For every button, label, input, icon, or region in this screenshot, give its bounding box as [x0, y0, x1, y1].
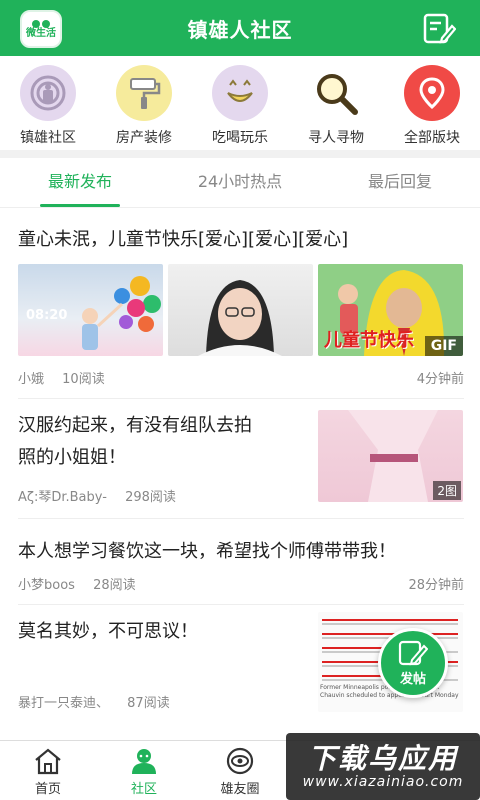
post-item[interactable]: 汉服约起来，有没有组队去拍 照的小姐姐！ — [18, 410, 308, 474]
nav-label: 雄友圈 — [220, 782, 260, 797]
post-title: 童心未泯，儿童节快乐[爱心][爱心][爱心] — [18, 229, 349, 250]
category-label: 吃喝玩乐 — [212, 130, 268, 146]
category-community[interactable]: 镇雄社区 — [0, 65, 96, 147]
post-item[interactable]: 莫名其妙，不可思议！ — [18, 616, 308, 648]
app-logo: 微生活 — [20, 10, 62, 48]
tab-last-reply[interactable]: 最后回复 — [320, 158, 480, 207]
post-reads: 28阅读 — [93, 578, 136, 593]
logo-text: 微生活 — [26, 27, 56, 39]
gif-badge: GIF — [424, 336, 463, 356]
post-reads: 87阅读 — [127, 696, 170, 711]
community-icon — [132, 749, 156, 774]
post-fab-button[interactable]: 发帖 — [378, 628, 448, 698]
post-author[interactable]: 暴打一只泰迪、 — [18, 696, 109, 711]
post-title-line: 照的小姐姐！ — [18, 447, 126, 468]
post-title: 莫名其妙，不可思议！ — [18, 621, 198, 642]
thumbnail-time-text: 08:20 — [26, 308, 68, 323]
post-meta: 小梦boos 28阅读 28分钟前 — [18, 574, 464, 593]
post-item[interactable]: 本人想学习餐饮这一块，希望找个师傅带带我！ — [18, 536, 464, 568]
tab-latest[interactable]: 最新发布 — [0, 158, 160, 207]
post-title-line: 汉服约起来，有没有组队去拍 — [18, 415, 252, 436]
post-title: 本人想学习餐饮这一块，希望找个师傅带带我！ — [18, 541, 396, 562]
post-reads: 10阅读 — [62, 372, 105, 387]
post-item[interactable]: 童心未泯，儿童节快乐[爱心][爱心][爱心] — [18, 224, 464, 256]
page-title: 镇雄人社区 — [187, 17, 293, 42]
broadcast-icon — [20, 65, 76, 121]
post-meta: 小娥 10阅读 4分钟前 — [18, 368, 464, 387]
category-label: 寻人寻物 — [308, 130, 364, 146]
image-count-badge: 2图 — [433, 481, 461, 500]
nav-label: 社区 — [130, 782, 157, 797]
nav-community[interactable]: 社区 — [96, 741, 192, 800]
post-author[interactable]: 小娥 — [18, 372, 44, 387]
post-meta: 暴打一只泰迪、 87阅读 — [18, 692, 308, 711]
home-icon — [35, 748, 61, 775]
pencil-icon — [398, 640, 428, 665]
category-label: 房产装修 — [116, 130, 172, 146]
watermark-url: www.xiazainiao.com — [302, 773, 464, 790]
watermark-main-text: 下载乌应用 — [307, 741, 458, 775]
thumbnail-caption: 儿童节快乐 — [324, 330, 414, 351]
section-divider — [0, 150, 480, 158]
post-time: 28分钟前 — [408, 578, 464, 593]
post-meta: Aζ:琴Dr.Baby- 298阅读 — [18, 486, 308, 505]
divider — [18, 398, 464, 399]
divider — [18, 518, 464, 519]
app-root: 微生活 镇雄人社区 镇雄社区 房产装修 吃喝玩乐 寻人寻物 全部版块 最新发布 … — [0, 0, 480, 800]
tab-24h-hot[interactable]: 24小时热点 — [160, 158, 320, 207]
post-author[interactable]: Aζ:琴Dr.Baby- — [18, 490, 107, 505]
category-row: 镇雄社区 房产装修 吃喝玩乐 寻人寻物 全部版块 — [0, 56, 480, 148]
paint-roller-icon — [116, 65, 172, 121]
post-author[interactable]: 小梦boos — [18, 578, 75, 593]
watermark-logo: 下载乌应用 www.xiazainiao.com — [286, 733, 480, 800]
fab-label: 发帖 — [399, 671, 426, 687]
location-pin-icon — [404, 65, 460, 121]
nav-label: 首页 — [34, 782, 61, 797]
post-reads: 298阅读 — [125, 490, 176, 505]
smiling-lips-icon — [212, 65, 268, 121]
category-food-fun[interactable]: 吃喝玩乐 — [192, 65, 288, 147]
post-thumbnail[interactable]: 08:20 — [18, 264, 163, 356]
magnifier-icon — [308, 65, 364, 121]
category-decoration[interactable]: 房产装修 — [96, 65, 192, 147]
post-time: 4分钟前 — [416, 372, 464, 387]
divider — [18, 604, 464, 605]
category-label: 全部版块 — [404, 130, 460, 146]
feed-tabs: 最新发布 24小时热点 最后回复 — [0, 158, 480, 208]
compose-icon[interactable] — [422, 12, 456, 46]
category-label: 镇雄社区 — [20, 130, 76, 146]
post-thumbnail[interactable] — [168, 264, 313, 356]
category-lost-found[interactable]: 寻人寻物 — [288, 65, 384, 147]
post-thumbnail[interactable]: 儿童节快乐 GIF — [318, 264, 463, 356]
post-thumbnail[interactable]: 2图 — [318, 410, 463, 502]
nav-home[interactable]: 首页 — [0, 741, 96, 800]
top-header: 微生活 镇雄人社区 — [0, 0, 480, 56]
nav-friends-circle[interactable]: 雄友圈 — [192, 741, 288, 800]
category-all-sections[interactable]: 全部版块 — [384, 65, 480, 147]
eye-circle-icon — [226, 747, 254, 775]
